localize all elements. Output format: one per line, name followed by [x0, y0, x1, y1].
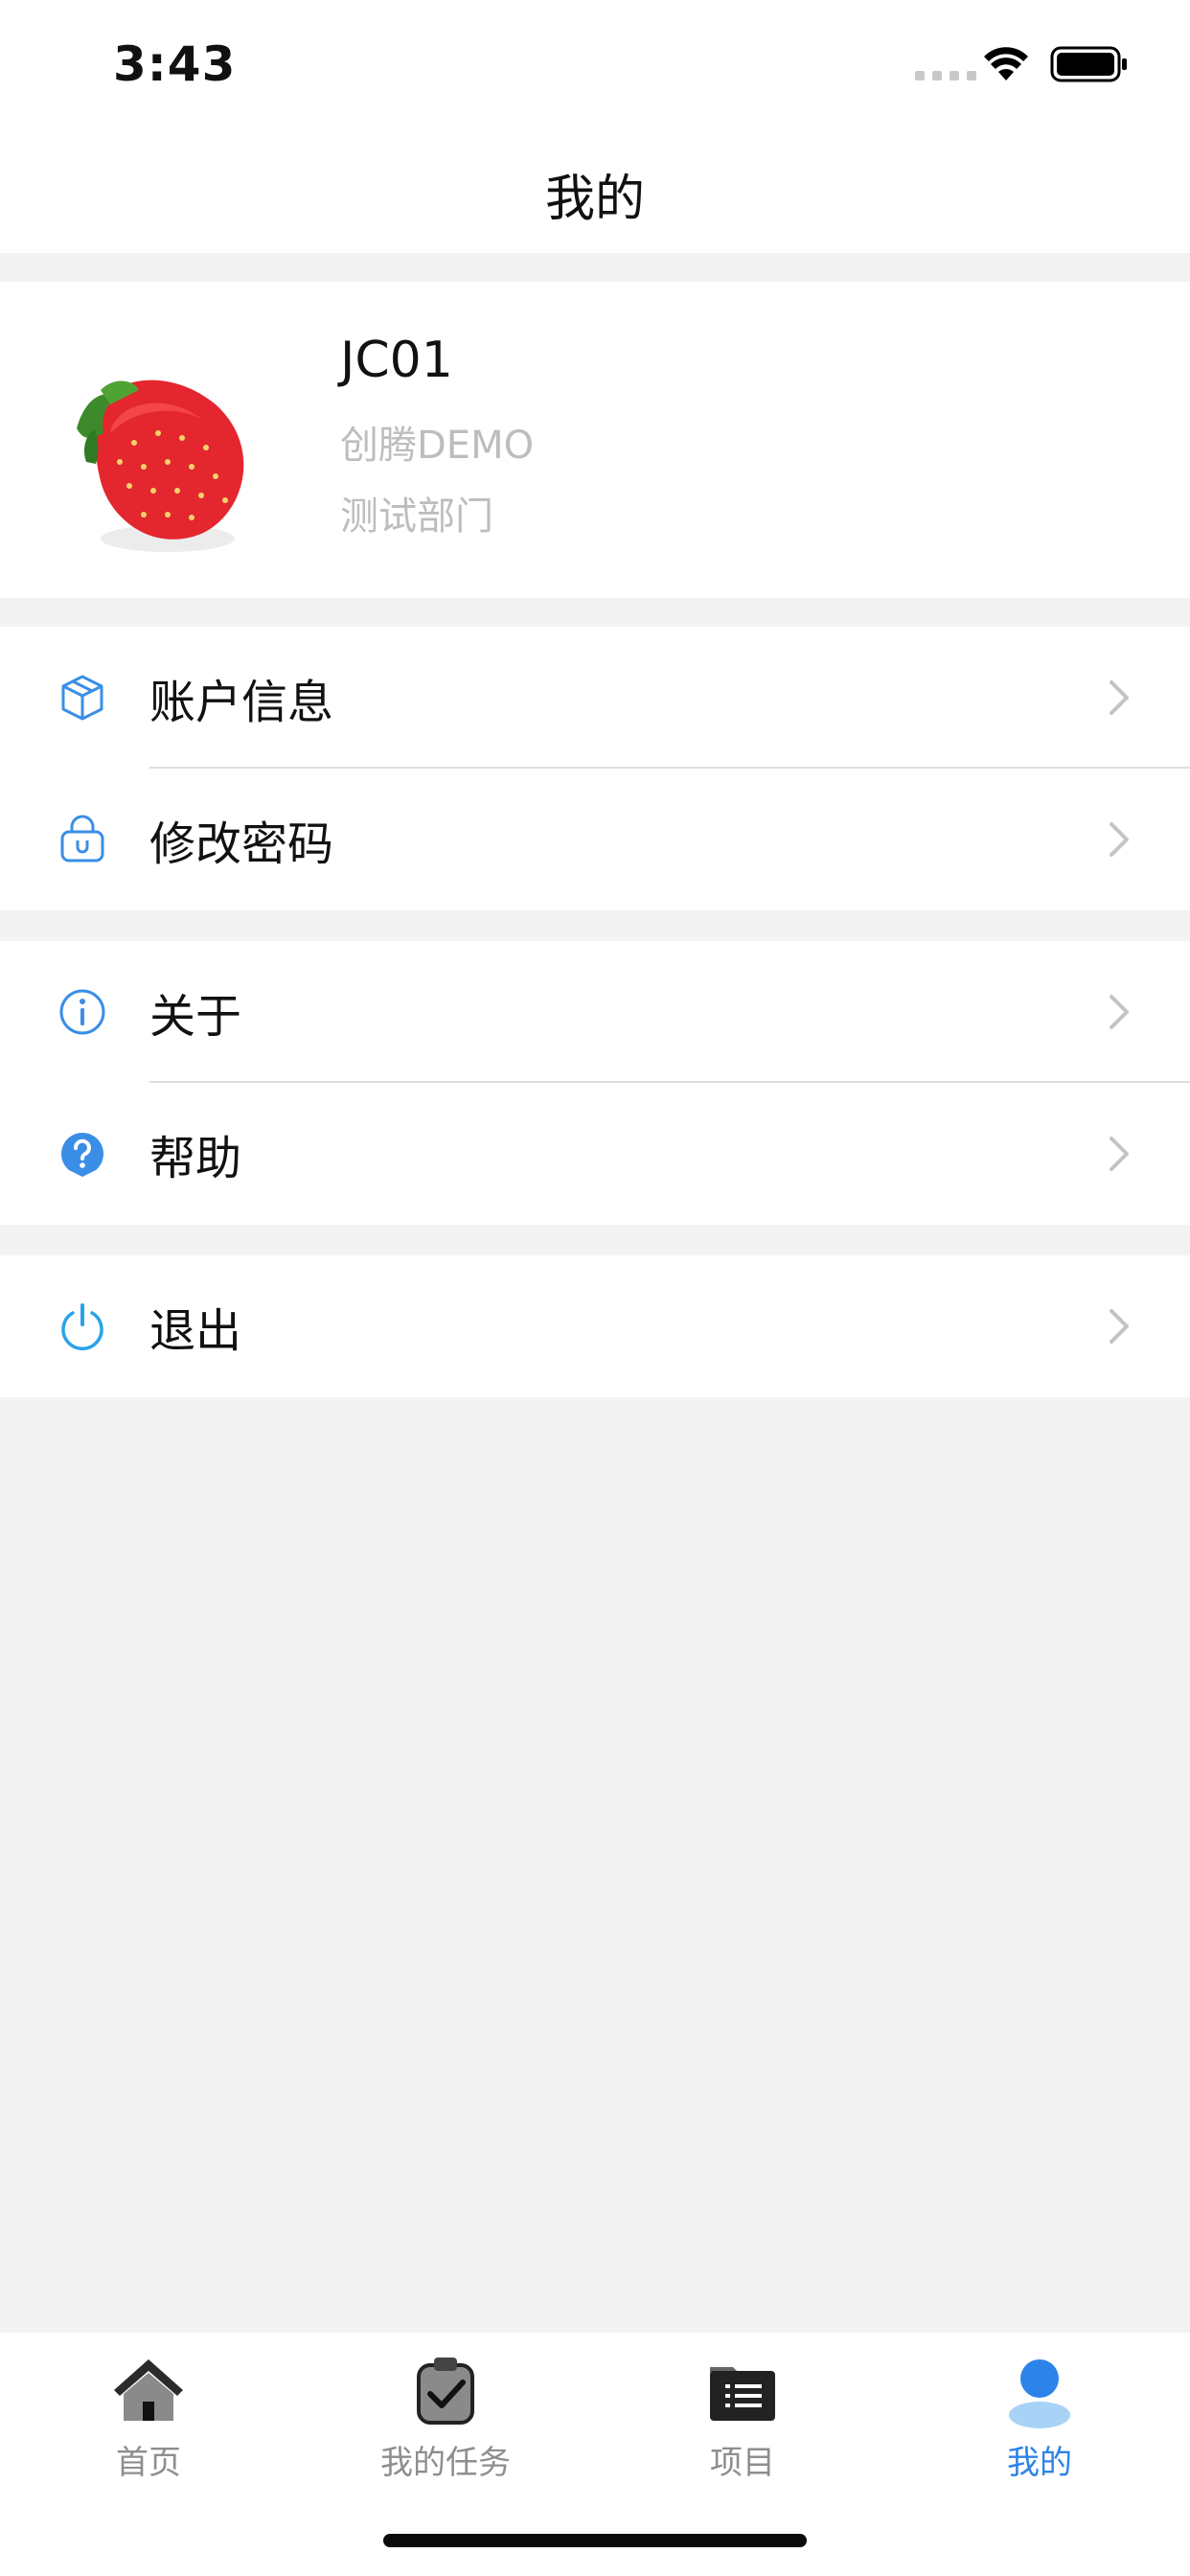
menu-group-account: 账户信息 修改密码	[0, 627, 1190, 910]
task-icon	[417, 2358, 474, 2425]
tab-projects[interactable]: 项目	[594, 2352, 891, 2496]
menu-label: 修改密码	[149, 817, 334, 871]
user-name: JC01	[340, 332, 453, 389]
user-department: 测试部门	[340, 494, 493, 539]
menu-label: 帮助	[149, 1132, 242, 1185]
status-bar: 3:43	[0, 0, 1190, 134]
tab-label: 项目	[710, 2444, 775, 2482]
chevron-right-icon	[1110, 1137, 1129, 1171]
navigation-bar: 我的	[0, 134, 1190, 253]
menu-item-account-info[interactable]: 账户信息	[0, 627, 1190, 769]
menu-label: 关于	[149, 990, 242, 1044]
chevron-right-icon	[1110, 680, 1129, 715]
wifi-icon	[984, 47, 1028, 80]
tab-mine[interactable]: 我的	[891, 2352, 1188, 2496]
chevron-right-icon	[1110, 995, 1129, 1029]
menu-label: 退出	[149, 1304, 242, 1358]
menu-item-change-password[interactable]: 修改密码	[0, 769, 1190, 910]
tab-home[interactable]: 首页	[0, 2352, 297, 2496]
help-icon	[60, 1133, 104, 1177]
power-icon	[61, 1303, 103, 1350]
user-company: 创腾DEMO	[340, 424, 535, 468]
tab-label: 首页	[116, 2444, 181, 2482]
chevron-right-icon	[1110, 1309, 1129, 1344]
status-time: 3:43	[113, 36, 237, 92]
cube-icon	[61, 675, 103, 721]
home-icon	[114, 2359, 183, 2421]
menu-group-logout: 退出	[0, 1255, 1190, 1397]
tab-label: 我的	[1007, 2444, 1072, 2482]
menu-item-about[interactable]: 关于	[0, 941, 1190, 1083]
profile-card[interactable]: JC01 创腾DEMO 测试部门	[0, 282, 1190, 598]
lock-icon	[60, 815, 104, 862]
menu-item-help[interactable]: 帮助	[0, 1083, 1190, 1225]
tab-label: 我的任务	[380, 2444, 511, 2482]
tab-my-tasks[interactable]: 我的任务	[297, 2352, 594, 2496]
home-indicator[interactable]	[383, 2534, 807, 2547]
menu-label: 账户信息	[149, 676, 334, 729]
chevron-right-icon	[1110, 822, 1129, 857]
tab-bar: 首页 我的任务 项目 我的	[0, 2333, 1190, 2576]
project-icon	[710, 2367, 775, 2421]
menu-item-logout[interactable]: 退出	[0, 1255, 1190, 1397]
battery-icon	[1050, 46, 1127, 82]
page-title: 我的	[544, 170, 645, 228]
menu-group-info: 关于 帮助	[0, 941, 1190, 1225]
cellular-signal-icon	[915, 71, 976, 80]
info-icon	[59, 989, 105, 1035]
user-icon	[1009, 2359, 1070, 2428]
avatar-strawberry-image	[77, 380, 244, 552]
